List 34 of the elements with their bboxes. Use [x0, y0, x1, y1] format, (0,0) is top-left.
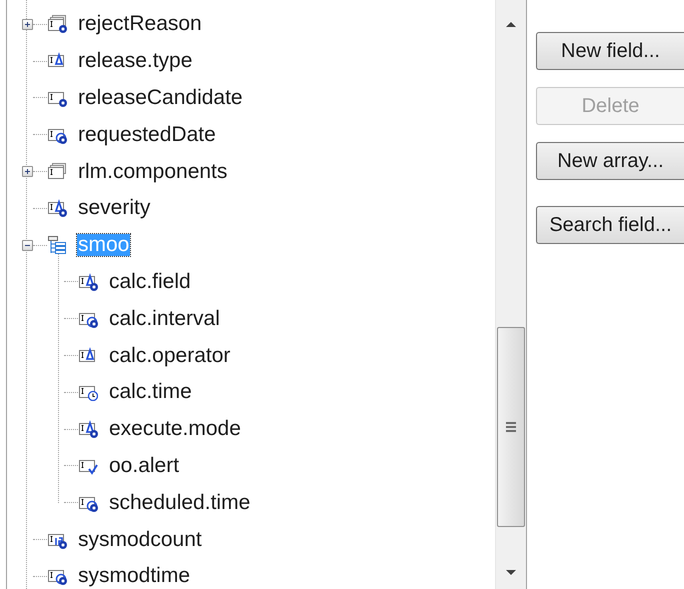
tree-item[interactable]: release.type [77, 50, 194, 72]
tree-item[interactable]: sysmodtime [77, 565, 192, 588]
expand-toggle[interactable] [22, 18, 32, 30]
tree-item[interactable]: rlm.components [77, 160, 228, 183]
text-field-icon [78, 346, 98, 365]
collapse-toggle[interactable] [22, 240, 32, 251]
action-button[interactable]: Search field... [536, 206, 684, 244]
action-button[interactable]: New array... [536, 142, 684, 180]
scroll-thumb[interactable] [497, 327, 525, 527]
clock-field-icon [78, 383, 98, 402]
scroll-up-icon[interactable] [506, 22, 516, 27]
tree-item[interactable]: calc.time [108, 381, 193, 404]
stacked-field-icon [47, 15, 67, 34]
text-field-icon [47, 199, 67, 218]
tree-item[interactable]: oo.alert [108, 454, 180, 477]
text-field-icon [78, 272, 98, 291]
tree-item[interactable]: execute.mode [108, 418, 242, 440]
expand-toggle[interactable] [22, 166, 32, 178]
tree-item[interactable]: rejectReason [77, 13, 203, 36]
structure-icon [47, 236, 67, 254]
scroll-down-icon[interactable] [506, 570, 516, 575]
tree-item[interactable]: releaseCandidate [77, 86, 244, 109]
text-field-icon [78, 420, 98, 438]
stacked-field-icon [47, 162, 67, 181]
tree-item[interactable]: severity [77, 197, 152, 220]
date-field-icon [47, 567, 67, 586]
tree-item[interactable]: sysmodcount [77, 528, 203, 551]
tree-item[interactable]: calc.interval [108, 308, 221, 330]
tree-item[interactable]: calc.operator [108, 344, 232, 367]
scrollbar[interactable] [495, 0, 526, 589]
tree-item[interactable]: requestedDate [77, 124, 217, 146]
tree-item[interactable]: scheduled.time [108, 492, 252, 514]
tree-item[interactable]: calc.field [108, 270, 192, 293]
action-button[interactable]: New field... [536, 32, 684, 70]
